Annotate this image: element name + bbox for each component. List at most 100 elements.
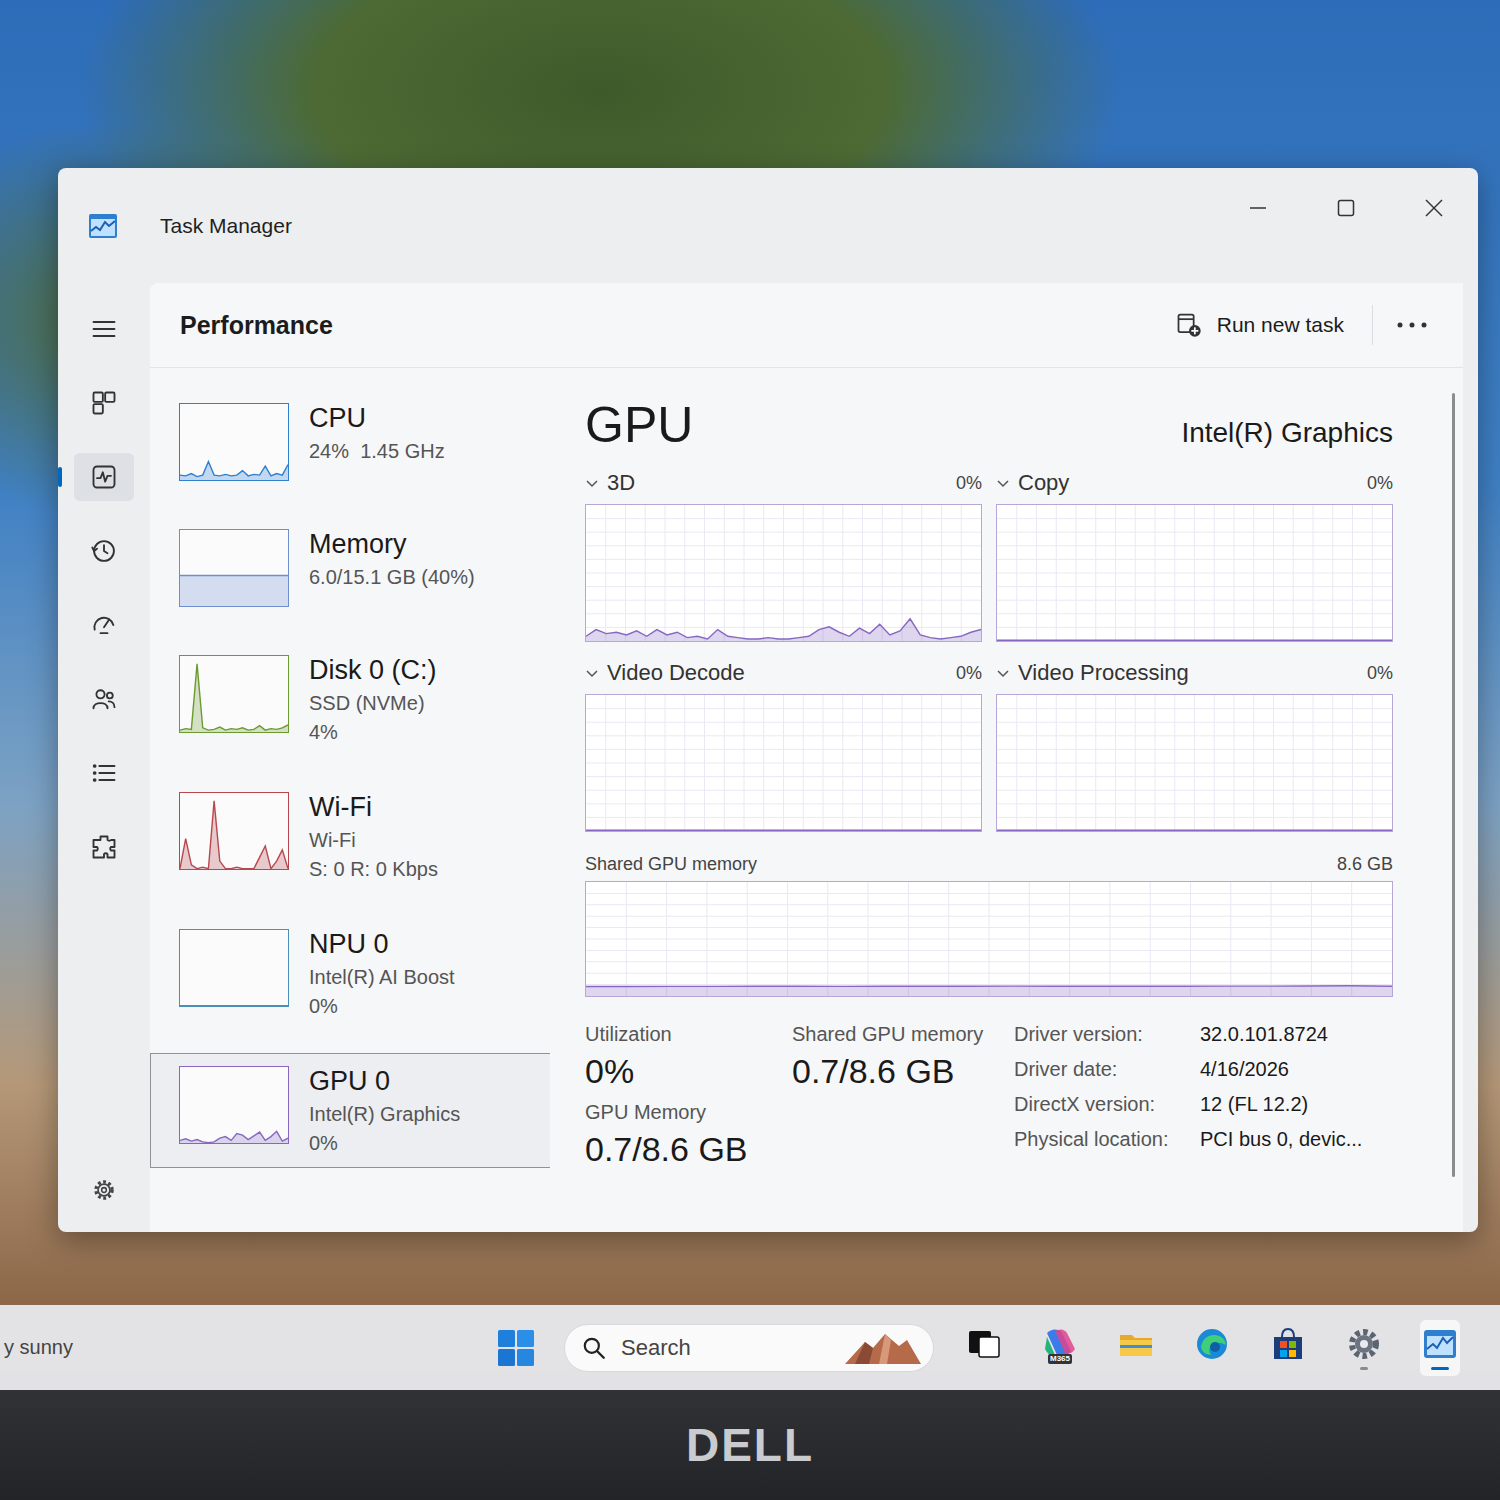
property-label: Driver date: — [1014, 1058, 1200, 1081]
more-dots-icon — [1395, 320, 1429, 330]
engine-graph — [585, 504, 982, 642]
nav-item[interactable] — [74, 749, 134, 797]
run-new-task-button[interactable]: Run new task — [1161, 303, 1358, 347]
resource-item[interactable]: GPU 0Intel(R) Graphics0% — [150, 1053, 550, 1168]
hamburger-icon — [90, 315, 118, 343]
shared-memory-label: Shared GPU memory — [585, 854, 757, 875]
chart-line — [997, 640, 1392, 641]
stat-value: 0.7/8.6 GB — [792, 1052, 1014, 1091]
window-controls — [1214, 178, 1478, 238]
maximize-button[interactable] — [1302, 178, 1390, 238]
taskbar: y sunny Search M365 — [0, 1305, 1500, 1390]
task-manager-window: Task Manager Performance Run new task CPU24… — [58, 168, 1478, 1232]
taskbar-app[interactable]: M365 — [1040, 1320, 1080, 1376]
engine-name[interactable]: Video Decode — [607, 660, 745, 686]
processes-icon — [90, 389, 118, 417]
search-highlight-icon — [843, 1330, 923, 1366]
engine-name[interactable]: Video Processing — [1018, 660, 1189, 686]
taskbar-app[interactable] — [1344, 1320, 1384, 1376]
edge-icon — [1193, 1325, 1231, 1363]
taskbar-app[interactable] — [1116, 1320, 1156, 1376]
nav-item[interactable] — [74, 527, 134, 575]
resource-item[interactable]: CPU24% 1.45 GHz — [150, 390, 550, 494]
resource-detail: 0% — [309, 995, 455, 1018]
resource-name: Memory — [309, 529, 475, 560]
resource-detail: Intel(R) Graphics — [309, 1103, 460, 1126]
close-button[interactable] — [1390, 178, 1478, 238]
nav-item[interactable] — [74, 675, 134, 723]
minimize-button[interactable] — [1214, 178, 1302, 238]
app-badge: M365 — [1048, 1354, 1072, 1364]
resource-text: CPU24% 1.45 GHz — [309, 403, 445, 463]
navigation-sidebar — [58, 283, 150, 1232]
running-indicator — [1431, 1367, 1449, 1370]
engine-chart: Copy0% — [996, 470, 1393, 642]
resource-detail: SSD (NVMe) — [309, 692, 437, 715]
panel-header: Performance Run new task — [150, 283, 1463, 368]
start-button[interactable] — [494, 1326, 538, 1370]
dell-logo: DELL — [686, 1418, 814, 1472]
resource-item[interactable]: Wi-FiWi-FiS: 0 R: 0 Kbps — [150, 779, 550, 894]
engine-name[interactable]: 3D — [607, 470, 635, 496]
stat-value: 0.7/8.6 GB — [585, 1130, 792, 1169]
menu-button[interactable] — [74, 305, 134, 353]
nav-item[interactable] — [74, 453, 134, 501]
taskbar-app[interactable] — [964, 1320, 1004, 1376]
taskbar-app[interactable] — [1192, 1320, 1232, 1376]
engine-selector[interactable]: Copy — [996, 470, 1069, 496]
engine-selector[interactable]: 3D — [585, 470, 635, 496]
scrollbar[interactable] — [1452, 393, 1455, 1177]
running-indicator — [1360, 1367, 1368, 1370]
running-indicator — [1056, 1367, 1064, 1370]
page-title: Performance — [180, 311, 333, 340]
chart-plot — [180, 1067, 288, 1143]
resource-text: NPU 0Intel(R) AI Boost0% — [309, 929, 455, 1018]
resource-detail: 0% — [309, 1132, 460, 1155]
resource-thumbnail — [179, 529, 289, 607]
resource-item[interactable]: NPU 0Intel(R) AI Boost0% — [150, 916, 550, 1031]
engine-selector[interactable]: Video Decode — [585, 660, 745, 686]
engine-name[interactable]: Copy — [1018, 470, 1069, 496]
taskbar-app[interactable] — [1420, 1320, 1460, 1376]
resource-list: CPU24% 1.45 GHz Memory6.0/15.1 GB (40%) Di… — [150, 368, 550, 1232]
resource-item[interactable]: Disk 0 (C:)SSD (NVMe)4% — [150, 642, 550, 757]
resource-item[interactable]: Memory6.0/15.1 GB (40%) — [150, 516, 550, 620]
windows-logo-icon — [497, 1329, 535, 1367]
nav-item[interactable] — [74, 823, 134, 871]
chart-line — [586, 619, 981, 639]
running-indicator — [1132, 1367, 1140, 1370]
engine-percent: 0% — [1367, 663, 1393, 684]
chevron-down-icon — [996, 667, 1010, 679]
running-indicator — [980, 1367, 988, 1370]
task-manager-icon — [1421, 1325, 1459, 1363]
engine-selector[interactable]: Video Processing — [996, 660, 1189, 686]
chart-line — [586, 830, 981, 831]
search-icon — [581, 1335, 607, 1361]
resource-thumbnail — [179, 655, 289, 733]
engine-label-row: Video Decode0% — [585, 660, 982, 686]
taskbar-app[interactable] — [1268, 1320, 1308, 1376]
chart-plot — [180, 404, 288, 480]
engine-label-row: 3D0% — [585, 470, 982, 496]
laptop-bezel: DELL — [0, 1390, 1500, 1500]
settings-button[interactable] — [74, 1166, 134, 1214]
title-bar: Task Manager — [58, 168, 1478, 283]
detail-title: GPU — [585, 396, 693, 454]
adapter-name: Intel(R) Graphics — [1181, 417, 1393, 449]
weather-widget[interactable]: y sunny — [0, 1336, 494, 1359]
nav-item[interactable] — [74, 601, 134, 649]
more-options-button[interactable] — [1387, 312, 1437, 338]
chart-plot — [180, 930, 288, 1006]
resource-text: Wi-FiWi-FiS: 0 R: 0 Kbps — [309, 792, 438, 881]
stats-area: Utilization0%Shared GPU memory0.7/8.6 GB… — [585, 1023, 1393, 1169]
nav-item[interactable] — [74, 379, 134, 427]
search-box[interactable]: Search — [564, 1324, 934, 1372]
property-label: DirectX version: — [1014, 1093, 1200, 1116]
resource-thumbnail — [179, 1066, 289, 1144]
run-new-task-label[interactable]: Run new task — [1217, 313, 1344, 337]
chart-plot — [180, 656, 288, 732]
stat: Shared GPU memory0.7/8.6 GB — [792, 1023, 1014, 1091]
search-placeholder[interactable]: Search — [621, 1335, 829, 1361]
store-icon — [1269, 1325, 1307, 1363]
chart-line — [997, 830, 1392, 831]
